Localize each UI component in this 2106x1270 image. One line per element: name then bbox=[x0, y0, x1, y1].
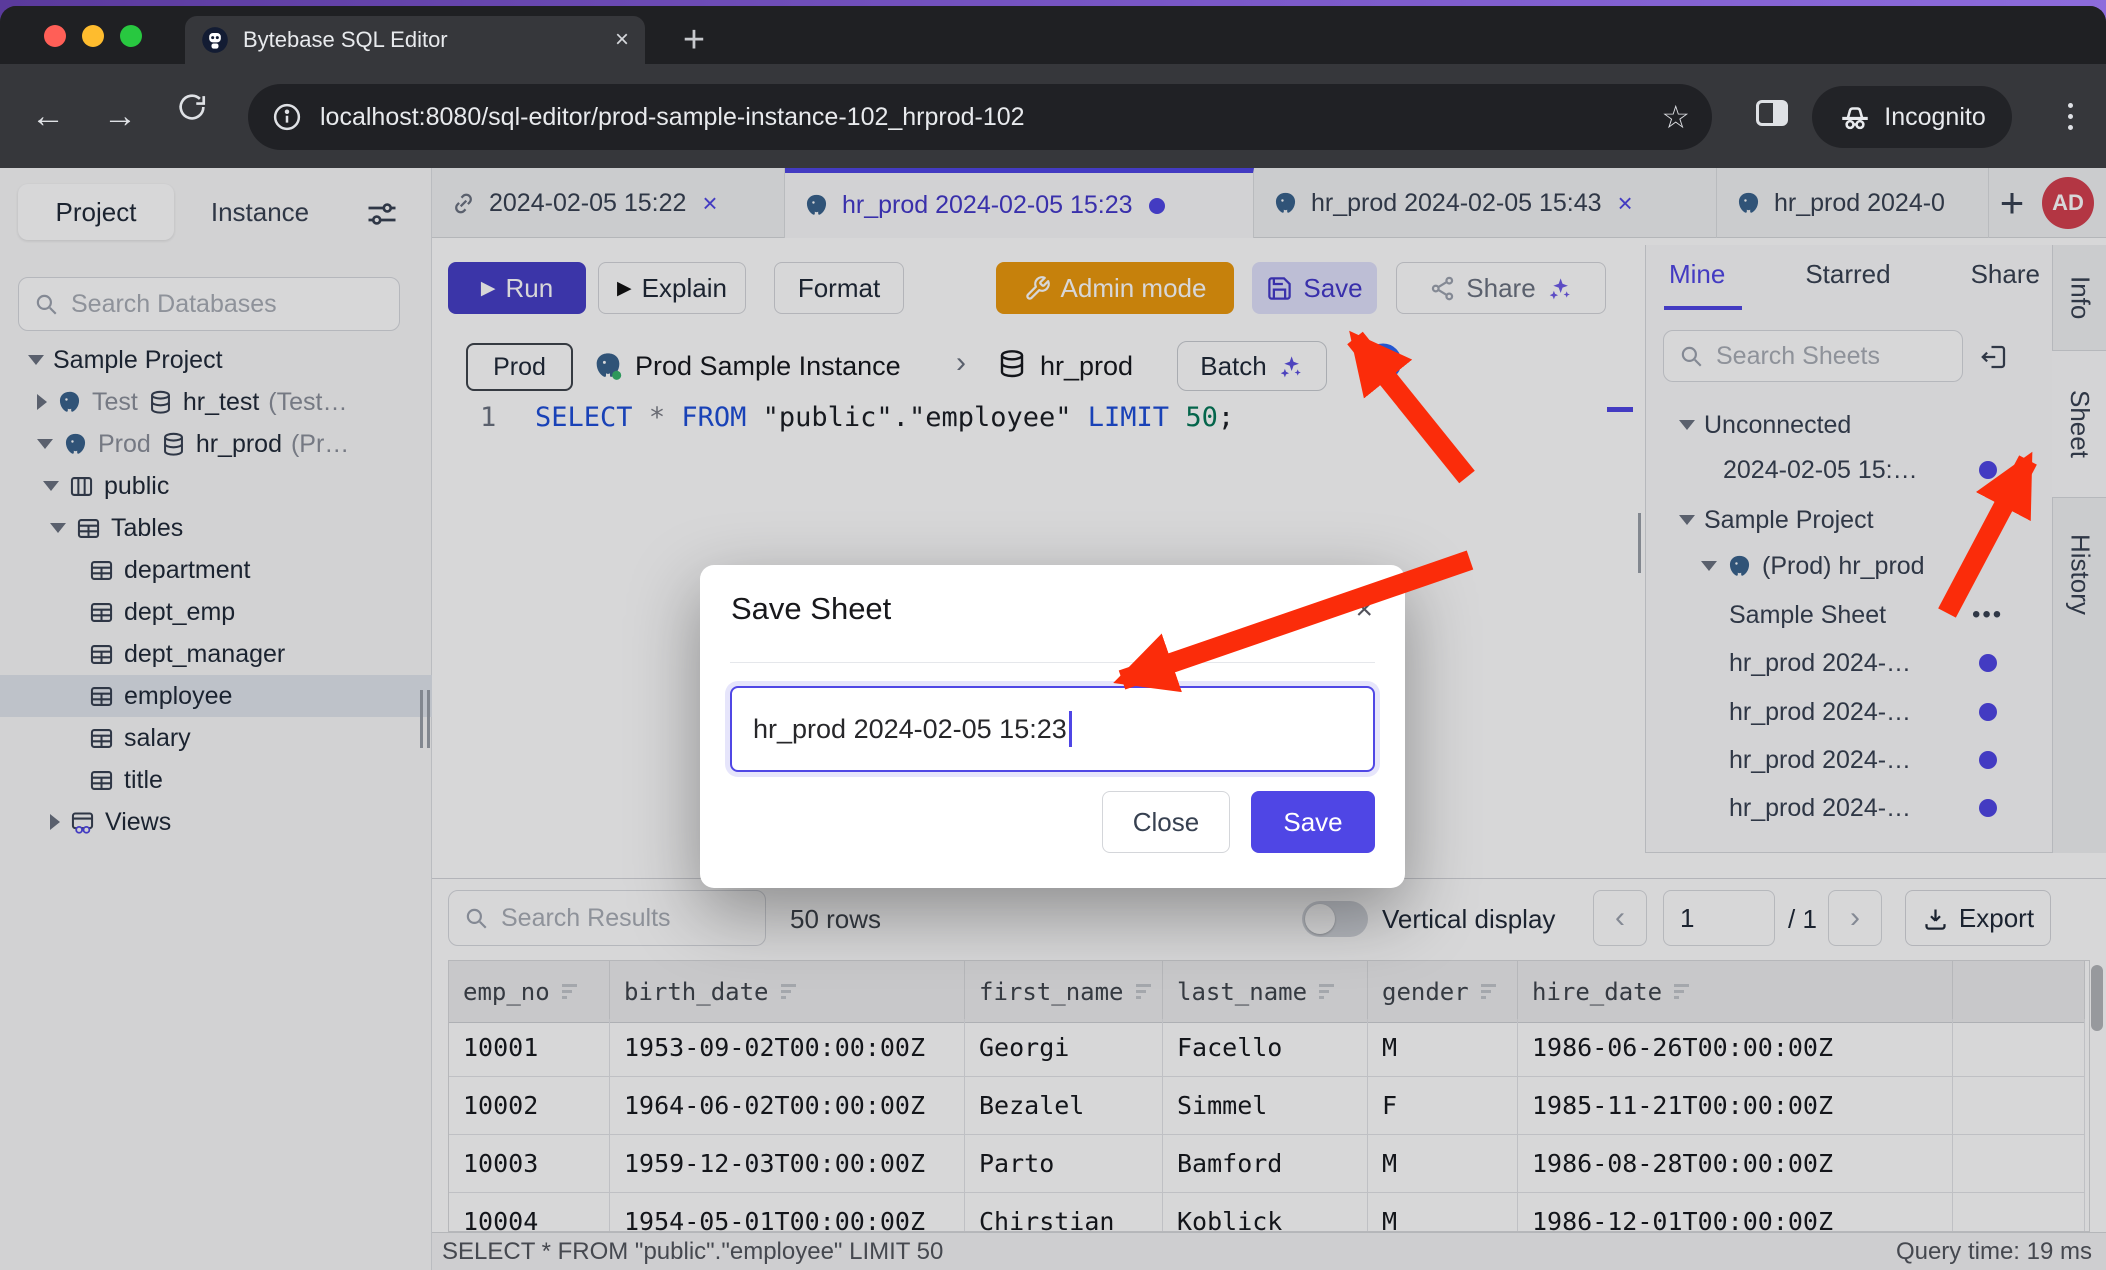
browser-menu-button[interactable] bbox=[2048, 92, 2092, 140]
bytebase-favicon-icon bbox=[201, 26, 229, 54]
bookmark-star-icon[interactable]: ☆ bbox=[1661, 98, 1690, 136]
browser-new-tab-button[interactable]: + bbox=[672, 18, 716, 62]
window-minimize-button[interactable] bbox=[82, 25, 104, 47]
dialog-save-button[interactable]: Save bbox=[1251, 791, 1375, 853]
browser-tabstrip: Bytebase SQL Editor × + bbox=[0, 6, 2106, 64]
incognito-label: Incognito bbox=[1884, 103, 1985, 132]
address-bar[interactable]: localhost:8080/sql-editor/prod-sample-in… bbox=[248, 84, 1712, 150]
incognito-badge: Incognito bbox=[1812, 86, 2012, 148]
sheet-name-value: hr_prod 2024-02-05 15:23 bbox=[753, 714, 1067, 745]
bytebase-app: + 2024-02-05 15:22×hr_prod 2024-02-05 15… bbox=[0, 168, 2106, 1270]
side-panel-icon[interactable] bbox=[1756, 100, 1788, 126]
dialog-divider bbox=[730, 662, 1375, 663]
incognito-icon bbox=[1838, 100, 1872, 134]
browser-tab[interactable]: Bytebase SQL Editor × bbox=[185, 16, 645, 64]
browser-window: Bytebase SQL Editor × + ← → localhost:80… bbox=[0, 6, 2106, 1270]
dialog-close-button[interactable]: Close bbox=[1102, 791, 1230, 853]
window-close-button[interactable] bbox=[44, 25, 66, 47]
forward-button[interactable]: → bbox=[98, 94, 142, 138]
dialog-close-icon[interactable]: × bbox=[1355, 593, 1373, 627]
text-caret bbox=[1069, 711, 1072, 747]
dialog-title: Save Sheet bbox=[731, 591, 891, 627]
window-zoom-button[interactable] bbox=[120, 25, 142, 47]
save-sheet-dialog: Save Sheet × hr_prod 2024-02-05 15:23 Cl… bbox=[700, 565, 1405, 888]
site-info-icon[interactable] bbox=[272, 102, 302, 132]
reload-button[interactable] bbox=[170, 90, 214, 134]
url-text: localhost:8080/sql-editor/prod-sample-in… bbox=[320, 103, 1025, 132]
browser-tab-close-icon[interactable]: × bbox=[615, 26, 629, 54]
browser-toolbar: ← → localhost:8080/sql-editor/prod-sampl… bbox=[0, 64, 2106, 168]
browser-tab-title: Bytebase SQL Editor bbox=[243, 27, 448, 53]
back-button[interactable]: ← bbox=[26, 94, 70, 138]
sheet-name-input[interactable]: hr_prod 2024-02-05 15:23 bbox=[730, 686, 1375, 772]
